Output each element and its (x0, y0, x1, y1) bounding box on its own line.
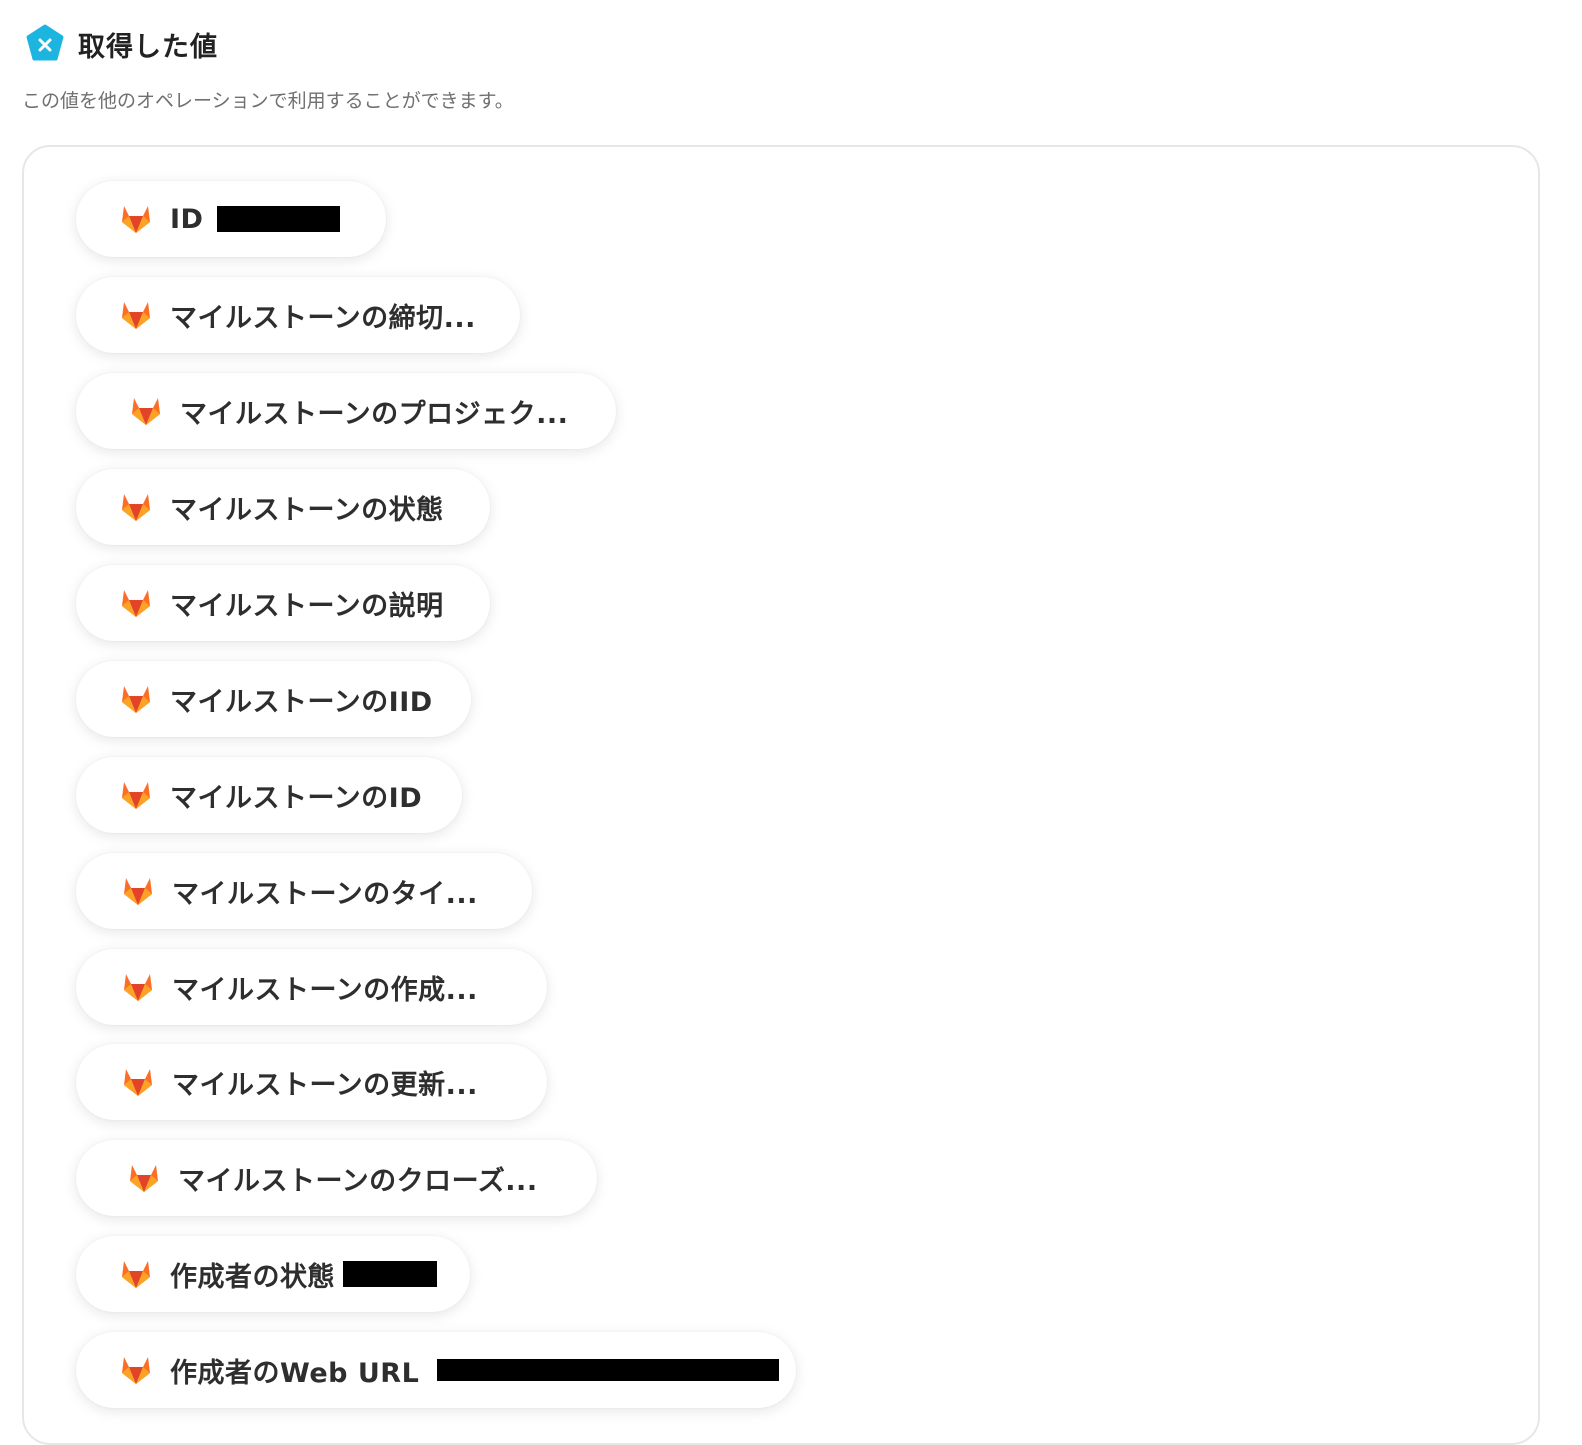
gitlab-icon (120, 204, 152, 234)
value-label: マイルストーンのIID (170, 686, 433, 718)
value-label: ID (170, 203, 204, 235)
gitlab-icon (122, 1067, 154, 1097)
gitlab-icon (120, 1355, 152, 1385)
gitlab-icon (130, 396, 162, 426)
value-chip-milestone-state[interactable]: マイルストーンの状態 (76, 469, 490, 545)
value-chip-milestone-project[interactable]: マイルストーンのプロジェク... (76, 373, 616, 449)
value-chip-author-state[interactable]: 作成者の状態 (76, 1236, 470, 1312)
value-label: マイルストーンの更新... (172, 1069, 478, 1101)
gitlab-icon (122, 972, 154, 1002)
value-chip-milestone-due-date[interactable]: マイルストーンの締切... (76, 277, 520, 353)
gitlab-icon (120, 492, 152, 522)
value-label: マイルストーンのプロジェク... (180, 398, 569, 430)
gitlab-icon (120, 588, 152, 618)
value-label: マイルストーンのタイ... (172, 878, 478, 910)
redacted-value (343, 1261, 437, 1287)
value-label: マイルストーンの作成... (172, 974, 478, 1006)
value-label: マイルストーンのクローズ... (178, 1165, 538, 1197)
gitlab-icon (120, 1259, 152, 1289)
value-label: マイルストーンの説明 (170, 590, 444, 622)
yoom-x-icon (24, 23, 66, 65)
redacted-value (217, 206, 341, 232)
value-chip-milestone-iid[interactable]: マイルストーンのIID (76, 661, 471, 737)
value-chip-milestone-updated[interactable]: マイルストーンの更新... (76, 1044, 547, 1120)
gitlab-icon (122, 876, 154, 906)
value-label: マイルストーンの締切... (170, 302, 476, 334)
value-chip-author-web-url[interactable]: 作成者のWeb URL (76, 1332, 796, 1408)
gitlab-icon (128, 1163, 160, 1193)
value-chip-milestone-title[interactable]: マイルストーンのタイ... (76, 853, 532, 929)
value-chip-id[interactable]: ID (76, 181, 386, 257)
section-title: 取得した値 (78, 31, 218, 63)
value-label: 作成者のWeb URL (170, 1357, 420, 1389)
value-label: マイルストーンの状態 (170, 494, 444, 526)
section-header: 取得した値 (24, 24, 218, 64)
value-chip-milestone-description[interactable]: マイルストーンの説明 (76, 565, 490, 641)
gitlab-icon (120, 300, 152, 330)
gitlab-icon (120, 684, 152, 714)
value-chip-milestone-created[interactable]: マイルストーンの作成... (76, 949, 547, 1025)
value-label: 作成者の状態 (170, 1261, 335, 1293)
redacted-value (437, 1359, 780, 1381)
gitlab-icon (120, 780, 152, 810)
section-description: この値を他のオペレーションで利用することができます。 (22, 90, 514, 112)
value-chip-milestone-id[interactable]: マイルストーンのID (76, 757, 462, 833)
value-chip-milestone-closed[interactable]: マイルストーンのクローズ... (76, 1140, 597, 1216)
values-panel: ID マイルストーンの締切... マイルストーンのプロジェク... マイルストー… (22, 145, 1540, 1445)
value-label: マイルストーンのID (170, 782, 423, 814)
